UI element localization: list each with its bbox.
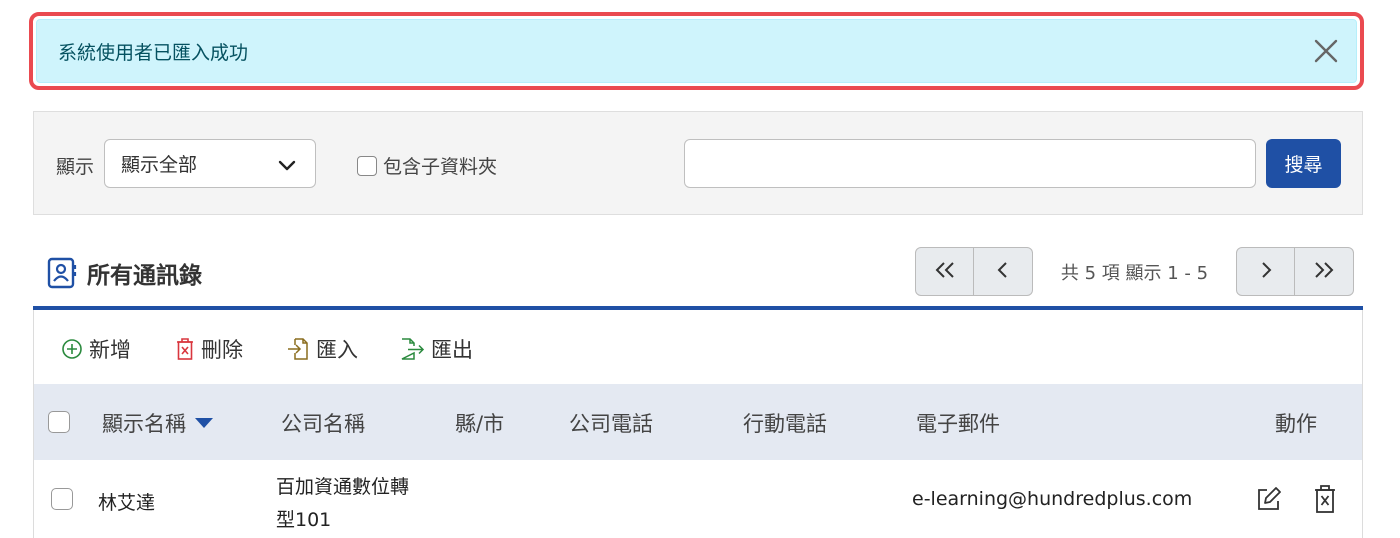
sort-desc-icon (194, 417, 214, 429)
next-page-button[interactable] (1236, 247, 1295, 296)
double-right-icon (1312, 260, 1336, 284)
import-button[interactable]: 匯入 (286, 334, 358, 364)
column-county[interactable]: 縣/市 (455, 408, 504, 438)
last-page-button[interactable] (1295, 247, 1354, 296)
cell-display-name: 林艾達 (98, 492, 156, 514)
plus-circle-icon (61, 338, 83, 360)
pagination: 共 5 項 顯示 1 - 5 (915, 247, 1354, 296)
success-alert: 系統使用者已匯入成功 (36, 19, 1357, 83)
column-display-name[interactable]: 顯示名稱 (102, 408, 214, 438)
column-action: 動作 (1275, 412, 1317, 436)
column-company-phone[interactable]: 公司電話 (569, 408, 653, 438)
export-label: 匯出 (431, 338, 473, 362)
filter-label: 顯示 (56, 156, 95, 178)
import-label: 匯入 (316, 338, 358, 362)
delete-label: 刪除 (201, 338, 243, 362)
export-icon (399, 337, 425, 361)
contact-book-icon (47, 257, 77, 289)
cell-company-line1: 百加資通數位轉 (276, 476, 410, 498)
edit-icon[interactable] (1255, 485, 1283, 517)
export-button[interactable]: 匯出 (399, 334, 473, 364)
add-label: 新增 (89, 338, 131, 362)
close-icon[interactable] (1312, 37, 1340, 65)
select-all-checkbox[interactable] (48, 411, 70, 433)
table-row: 林艾達 百加資通數位轉 型101 e-learning@hundredplus.… (34, 460, 1362, 538)
first-page-button[interactable] (915, 247, 974, 296)
search-button[interactable]: 搜尋 (1266, 139, 1341, 188)
column-mobile[interactable]: 行動電話 (743, 408, 827, 438)
right-icon (1256, 260, 1276, 284)
delete-icon[interactable] (1313, 484, 1337, 518)
trash-icon (175, 337, 195, 361)
filter-panel: 顯示 顯示全部 包含子資料夾 搜尋 (33, 111, 1363, 215)
section-title-text: 所有通訊錄 (87, 263, 202, 289)
pagination-info: 共 5 項 顯示 1 - 5 (1060, 262, 1209, 284)
prev-page-button[interactable] (974, 247, 1033, 296)
add-button[interactable]: 新增 (61, 334, 131, 364)
display-filter-select[interactable]: 顯示全部 (104, 139, 316, 188)
import-icon (286, 337, 310, 361)
alert-highlight: 系統使用者已匯入成功 (29, 12, 1364, 90)
table-header: 顯示名稱 公司名稱 縣/市 公司電話 行動電話 電子郵件 動作 (34, 384, 1362, 460)
chevron-down-icon (277, 155, 297, 175)
alert-message: 系統使用者已匯入成功 (58, 41, 249, 64)
include-subfolders-label: 包含子資料夾 (383, 156, 498, 178)
row-checkbox[interactable] (51, 488, 73, 510)
include-subfolders-checkbox[interactable] (357, 155, 377, 176)
double-left-icon (933, 260, 957, 284)
column-email[interactable]: 電子郵件 (916, 408, 1000, 438)
page-title: 所有通訊錄 (47, 256, 202, 290)
left-icon (993, 260, 1013, 284)
column-company[interactable]: 公司名稱 (281, 408, 365, 438)
column-display-name-label: 顯示名稱 (102, 412, 186, 436)
delete-button[interactable]: 刪除 (175, 334, 243, 364)
search-input[interactable] (684, 139, 1256, 188)
cell-email: e-learning@hundredplus.com (912, 488, 1193, 510)
include-subfolders-option[interactable]: 包含子資料夾 (357, 152, 497, 179)
cell-company-line2: 型101 (276, 509, 332, 531)
select-value: 顯示全部 (121, 154, 198, 176)
